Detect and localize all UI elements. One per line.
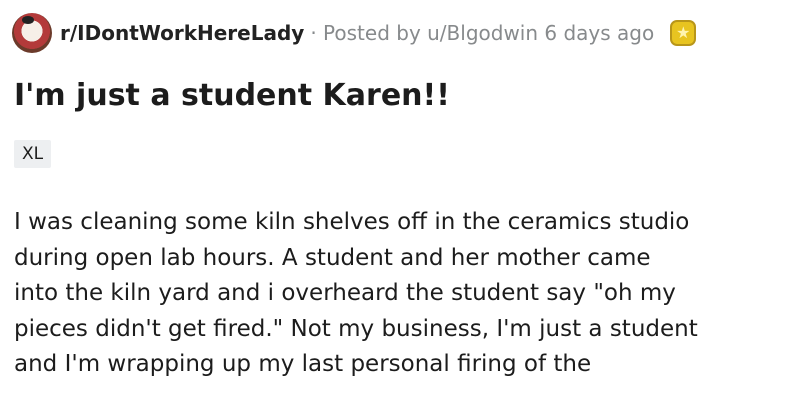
body-line: and I'm wrapping up my last personal fir… bbox=[14, 351, 592, 377]
post-meta: · Posted by u/Blgodwin 6 days ago bbox=[310, 21, 655, 45]
post-title[interactable]: I'm just a student Karen!! bbox=[14, 78, 450, 113]
post-flair[interactable]: XL bbox=[14, 140, 52, 168]
body-line: pieces didn't get fired." Not my busines… bbox=[14, 315, 698, 342]
star-award-icon[interactable]: ★ bbox=[670, 20, 697, 46]
post-header: r/IDontWorkHereLady · Posted by u/Blgodw… bbox=[12, 12, 697, 54]
body-line: I was cleaning some kiln shelves off in … bbox=[14, 209, 690, 235]
post-body: I was cleaning some kiln shelves off in … bbox=[14, 205, 800, 383]
body-line: into the kiln yard and i overheard the s… bbox=[14, 280, 676, 306]
subreddit-link[interactable]: r/IDontWorkHereLady bbox=[60, 21, 304, 45]
body-line: during open lab hours. A student and her… bbox=[14, 244, 651, 271]
subreddit-avatar[interactable] bbox=[12, 13, 52, 53]
